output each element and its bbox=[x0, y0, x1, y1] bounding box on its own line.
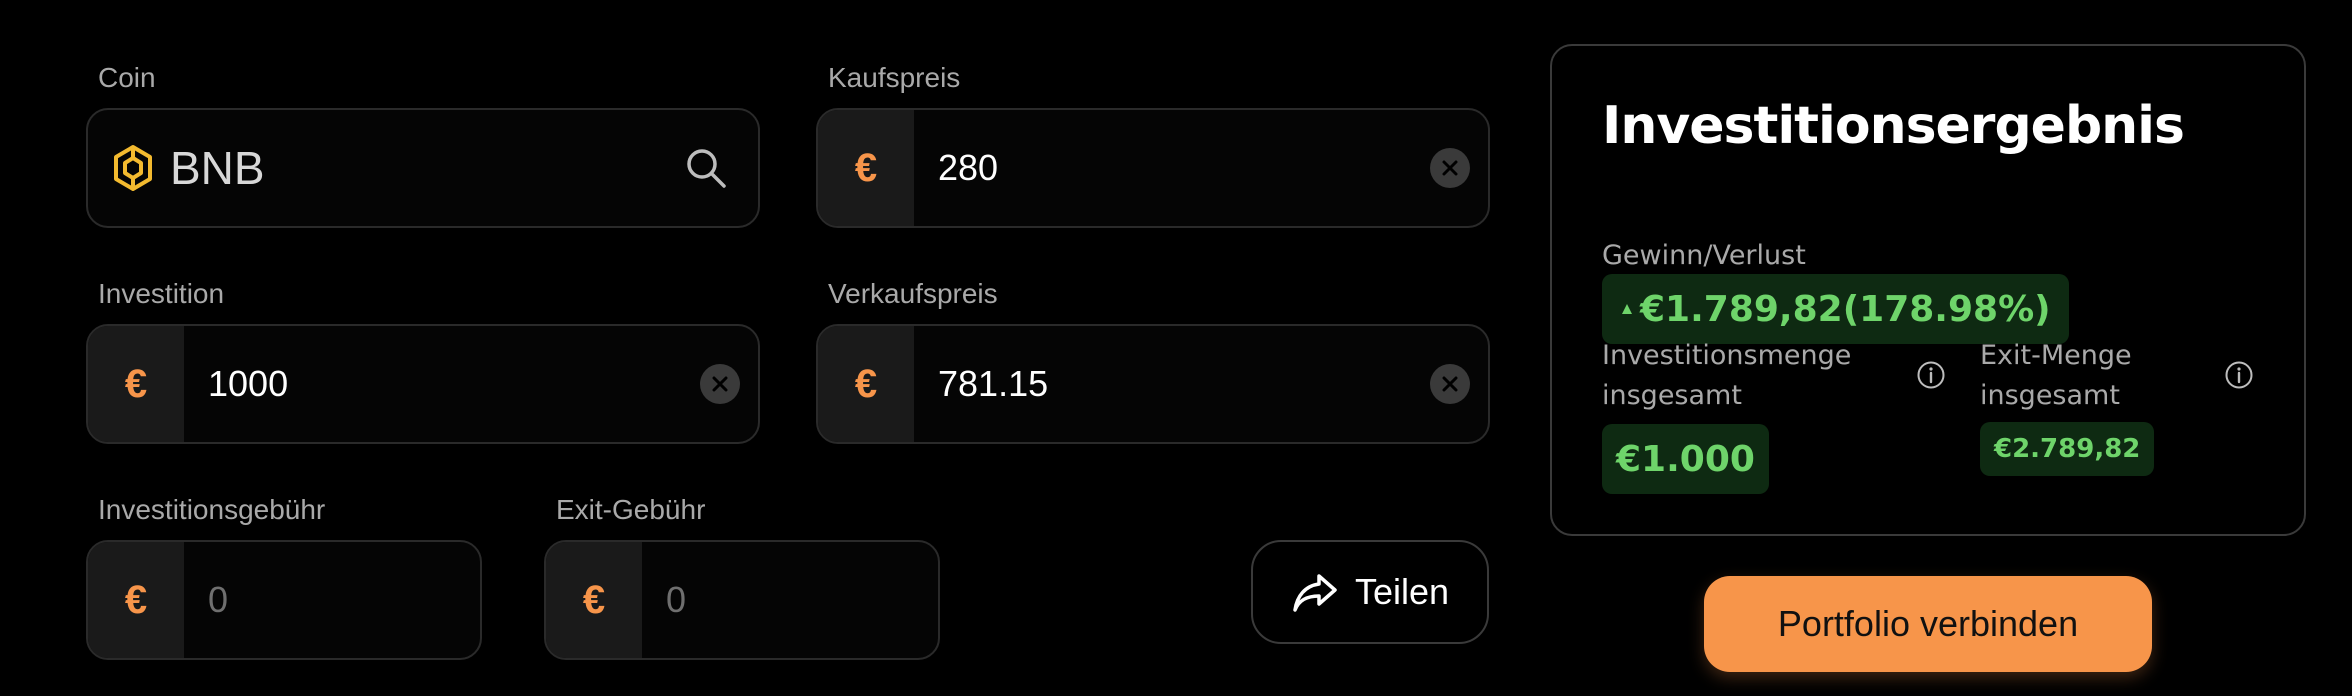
investment-label: Investition bbox=[98, 278, 225, 309]
buy-price-label: Kaufspreis bbox=[828, 62, 961, 93]
profit-value: €1.789,82(178.98%) bbox=[1640, 288, 2051, 330]
bnb-coin-icon bbox=[114, 145, 152, 191]
coin-name: BNB bbox=[170, 142, 265, 194]
exit-fee-input[interactable] bbox=[666, 542, 906, 658]
share-label: Teilen bbox=[1354, 571, 1450, 612]
profit-label: Gewinn/Verlust bbox=[1602, 240, 1806, 271]
buy-price-field: € bbox=[816, 108, 1490, 228]
info-icon[interactable] bbox=[2224, 360, 2254, 390]
arrow-up-icon bbox=[1622, 304, 1632, 314]
clear-icon[interactable] bbox=[1430, 148, 1470, 188]
buy-price-input[interactable] bbox=[938, 110, 1408, 226]
sell-price-input[interactable] bbox=[938, 326, 1408, 442]
clear-icon[interactable] bbox=[1430, 364, 1470, 404]
investment-input[interactable] bbox=[208, 326, 678, 442]
euro-icon: € bbox=[818, 326, 914, 442]
sell-price-field: € bbox=[816, 324, 1490, 444]
result-title: Investitionsergebnis bbox=[1602, 96, 2185, 156]
euro-icon: € bbox=[88, 326, 184, 442]
share-icon bbox=[1293, 574, 1337, 612]
investment-fee-field: € bbox=[86, 540, 482, 660]
exit-amount-value: €2.789,82 bbox=[1980, 422, 2155, 476]
coin-selector[interactable]: BNB bbox=[86, 108, 760, 228]
exit-fee-field: € bbox=[544, 540, 940, 660]
exit-amount-label: Exit-Menge insgesamt bbox=[1980, 340, 2132, 411]
euro-icon: € bbox=[818, 110, 914, 226]
share-button[interactable]: Teilen bbox=[1251, 540, 1489, 644]
result-card: Investitionsergebnis Gewinn/Verlust €1.7… bbox=[1550, 44, 2306, 536]
euro-icon: € bbox=[88, 542, 184, 658]
clear-icon[interactable] bbox=[700, 364, 740, 404]
exit-fee-label: Exit-Gebühr bbox=[556, 494, 706, 525]
total-investment-label: Investitionsmenge insgesamt bbox=[1602, 340, 1852, 411]
sell-price-label: Verkaufspreis bbox=[828, 278, 998, 309]
investment-fee-input[interactable] bbox=[208, 542, 448, 658]
search-icon[interactable] bbox=[684, 146, 728, 190]
coin-label: Coin bbox=[98, 62, 156, 93]
info-icon[interactable] bbox=[1916, 360, 1946, 390]
total-investment-value: €1.000 bbox=[1602, 424, 1769, 494]
investment-field: € bbox=[86, 324, 760, 444]
euro-icon: € bbox=[546, 542, 642, 658]
investment-fee-label: Investitionsgebühr bbox=[98, 494, 326, 525]
profit-badge: €1.789,82(178.98%) bbox=[1602, 274, 2069, 344]
connect-portfolio-button[interactable]: Portfolio verbinden bbox=[1704, 576, 2152, 672]
